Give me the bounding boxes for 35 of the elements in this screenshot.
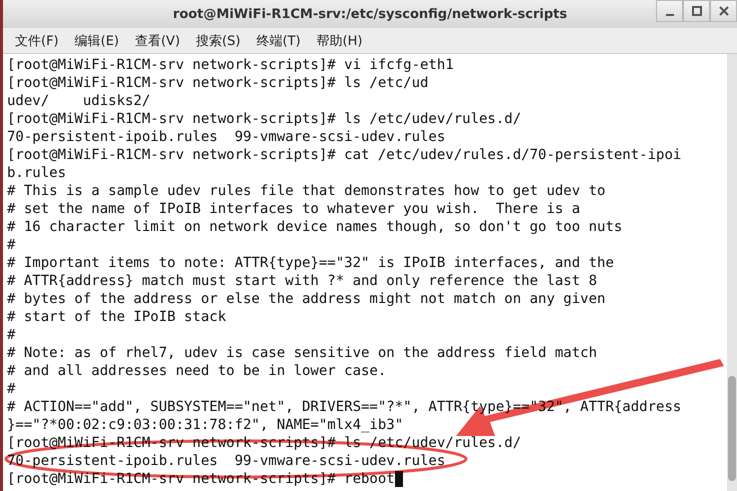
window-title: root@MiWiFi-R1CM-srv:/etc/sysconfig/network-scripts (172, 6, 568, 22)
terminal-line: # (7, 236, 16, 254)
terminal-line: # start of the IPoIB stack (7, 308, 226, 326)
minimize-icon (666, 14, 674, 16)
terminal-line: udev/ udisks2/ (7, 92, 150, 110)
terminal-line: # (7, 380, 16, 398)
terminal-line: [root@MiWiFi-R1CM-srv network-scripts]# ls /etc/udev/rules.d/ (7, 110, 522, 128)
terminal-line: # Note: as of rhel7, udev is case sensitive on the address field match (7, 344, 598, 362)
terminal-line: }=="?*00:02:c9:03:00:31:78:f2", NAME="mlx4_ib3" (7, 416, 404, 434)
terminal-line: # and all addresses need to be in lower case. (7, 362, 386, 380)
terminal-line: b.rules (7, 164, 66, 182)
terminal-line: # This is a sample udev rules file that demonstrates how to get udev to (7, 182, 606, 200)
terminal-line: # Important items to note: ATTR{type}=="32" is IPoIB interfaces, and the (7, 254, 614, 272)
menu-item[interactable]: 终端(T) (250, 32, 307, 50)
maximize-button[interactable] (683, 0, 710, 22)
menu-item[interactable]: 搜索(S) (190, 32, 246, 50)
terminal-line: # ATTR{address} match must start with ?* and only reference the last 8 (7, 272, 598, 290)
close-icon (718, 5, 730, 17)
terminal-line: # set the name of IPoIB interfaces to whatever you wish. There is a (7, 200, 580, 218)
close-button[interactable] (710, 0, 737, 22)
menu-item[interactable]: 编辑(E) (68, 32, 125, 50)
maximize-icon (690, 5, 702, 17)
terminal-line: [root@MiWiFi-R1CM-srv network-scripts]# vi ifcfg-eth1 (7, 56, 454, 74)
terminal-line: 70-persistent-ipoib.rules 99-vmware-scsi-udev.rules (7, 128, 446, 146)
menu-item[interactable]: 查看(V) (128, 32, 186, 50)
terminal-line: [root@MiWiFi-R1CM-srv network-scripts]# cat /etc/udev/rules.d/70-persistent-ipoi (7, 146, 682, 164)
terminal-line: # 16 character limit on network device names though, so don't go too nuts (7, 218, 622, 236)
terminal-line: 70-persistent-ipoib.rules 99-vmware-scsi-udev.rules (7, 452, 446, 470)
terminal-line: # bytes of the address or else the address might not match on any given (7, 290, 606, 308)
scrollbar-thumb[interactable] (728, 376, 736, 481)
menu-item[interactable]: 文件(F) (9, 32, 65, 50)
menu-item[interactable]: 帮助(H) (310, 32, 368, 50)
minimize-button[interactable] (656, 0, 683, 22)
terminal-line: [root@MiWiFi-R1CM-srv network-scripts]# ls /etc/ud (7, 74, 428, 92)
terminal-line: # (7, 326, 16, 344)
